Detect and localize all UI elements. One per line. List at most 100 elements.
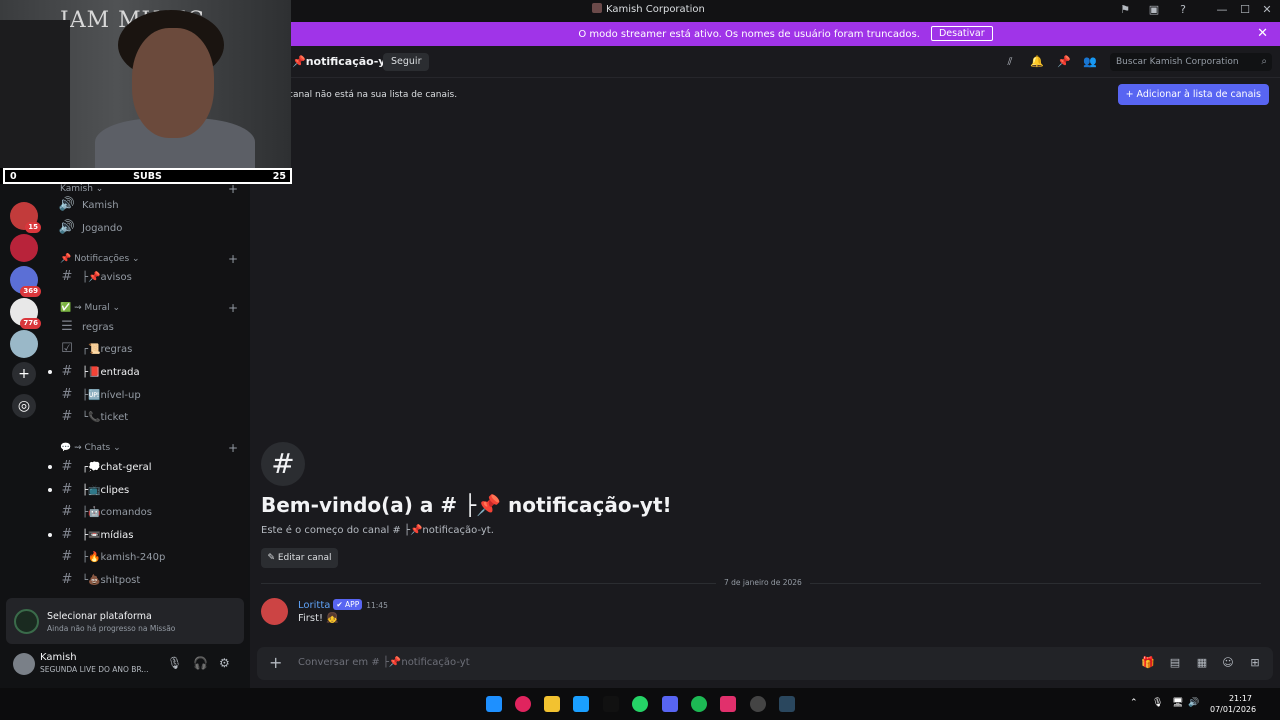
add-to-channel-list-button[interactable]: + Adicionar à lista de canais [1117,84,1269,105]
server-icon [592,3,602,13]
steam-icon[interactable] [779,696,795,712]
app-tag: ✔ APP [333,599,363,610]
sticker-icon[interactable]: ▦ [1195,656,1209,670]
flag-icon[interactable]: ⚑ [1118,3,1132,17]
discord-icon[interactable] [662,696,678,712]
category-header[interactable]: Kamish ⌄ + [60,182,238,196]
guild-icon[interactable]: 776 [10,298,41,329]
unread-indicator [48,465,52,469]
hash-icon: # [61,364,73,379]
category-header[interactable]: 💬 ⇝ Chats ⌄ + [60,441,238,455]
guild-icon[interactable] [10,330,38,358]
network-icon[interactable]: 🖥 [1172,698,1183,708]
minimize-icon[interactable]: — [1215,3,1229,17]
channel-list: Kamish ⌄ + 🔊 Kamish 🔊 Jogando 📌 Notificaçõe… [48,182,248,598]
unread-indicator [48,488,52,492]
message-time: 11:45 [366,601,388,610]
spotify-icon[interactable] [691,696,707,712]
close-banner-icon[interactable]: ✕ [1257,26,1268,41]
welcome-title: Bem-vindo(a) a # ├📌 notificação-yt! [261,493,672,517]
gear-icon[interactable]: ⚙ [219,656,230,670]
chat-area [250,46,1280,688]
message-header: Loritta ✔ APP 11:45 [298,599,388,611]
microphone-icon[interactable]: 🎙 [1152,698,1163,708]
mission-panel[interactable]: Selecionar plataforma Ainda não há progr… [6,598,244,644]
add-server-icon[interactable]: + [12,362,36,386]
tiktok-icon[interactable] [603,696,619,712]
webcam-overlay: IAM MUSIC [0,0,291,168]
text-channel[interactable]: # ├📕entrada [48,362,244,382]
chevron-up-icon[interactable]: ⌃ [1130,698,1138,708]
mission-title: Selecionar plataforma [47,611,152,622]
custom-status: SEGUNDA LIVE DO ANO BR... [40,665,149,674]
emoji-icon[interactable]: ☺ [1221,656,1235,670]
guild-icon[interactable]: 15 [10,202,41,233]
avatar[interactable] [13,653,35,675]
text-channel[interactable]: ☑ ┌📜regras [58,339,244,359]
date-divider: 7 de janeiro de 2026 [261,578,1261,587]
taskbar: ⌃ 🎙 🖥 🔊 21:17 07/01/2026 [0,688,1280,720]
volume-icon[interactable]: 🔊 [1188,698,1199,708]
text-channel[interactable]: # └📞ticket [58,407,244,427]
mission-icon [14,609,39,634]
streamer-mode-banner: O modo streamer está ativo. Os nomes de … [291,22,1280,46]
text-channel[interactable]: # ┌💭chat-geral [48,457,244,477]
whatsapp-icon[interactable] [632,696,648,712]
text-channel[interactable]: # ├📌avisos [58,267,244,287]
text-channel[interactable]: # └💩shitpost [58,570,244,590]
steam-icon[interactable] [573,696,589,712]
headphones-icon[interactable]: 🎧 [193,656,208,670]
explore-icon[interactable]: ◎ [12,394,36,418]
text-channel[interactable]: # ├🆙nível-up [58,385,244,405]
rules-icon: ☰ [61,319,73,334]
help-icon[interactable]: ? [1176,3,1190,17]
pin-icon[interactable]: 📌 [1057,55,1071,69]
close-window-icon[interactable]: ✕ [1260,3,1274,17]
mission-subtitle: Ainda não há progresso na Missão [47,624,176,633]
text-channel[interactable]: # ├🤖comandos [58,502,244,522]
apps-icon[interactable]: ⊞ [1248,656,1262,670]
microphone-icon[interactable]: 🎙 [167,656,182,670]
maximize-icon[interactable]: ☐ [1238,3,1252,17]
category-header[interactable]: 📌 Notificações ⌄ + [60,252,238,266]
text-channel[interactable]: # ├🔥kamish-240p [58,547,244,567]
avatar[interactable] [261,598,288,625]
add-channel-icon[interactable]: + [228,441,238,455]
start-icon[interactable] [486,696,502,712]
obs-icon[interactable] [750,696,766,712]
voice-channel[interactable]: 🔊 Jogando [58,218,244,238]
message-composer: + Conversar em # ├📌notificação-yt 🎁 ▤ ▦ … [257,647,1273,680]
search-input[interactable]: Buscar Kamish Corporation ⌕ [1110,53,1272,71]
text-channel[interactable]: # ├📼mídias [48,525,244,545]
attach-icon[interactable]: + [269,653,282,672]
gift-icon[interactable]: 🎁 [1141,656,1155,670]
message-author[interactable]: Loritta [298,600,330,611]
gif-icon[interactable]: ▤ [1168,656,1182,670]
disable-streamer-mode-button[interactable]: Desativar [930,26,993,41]
add-channel-icon[interactable]: + [228,252,238,266]
inbox-icon[interactable]: ▣ [1147,3,1161,17]
subs-label: SUBS [133,171,162,182]
edit-channel-button[interactable]: ✎ Editar canal [261,548,338,568]
bell-icon[interactable]: 🔔 [1030,55,1044,69]
notice-text: canal não está na sua lista de canais. [288,90,458,100]
add-channel-icon[interactable]: + [228,301,238,315]
text-channel[interactable]: ☰ regras [58,317,244,337]
voice-channel[interactable]: 🔊 Kamish [58,195,244,215]
unread-badge: 776 [20,318,41,329]
folder-icon[interactable] [544,696,560,712]
add-channel-icon[interactable]: + [228,182,238,196]
members-icon[interactable]: 👥 [1083,55,1097,69]
text-channel[interactable]: # ├📺clipes [48,480,244,500]
follow-button[interactable]: Seguir [383,53,430,71]
opera-gx-icon[interactable] [515,696,531,712]
guild-icon[interactable] [10,234,38,262]
hash-icon: # [61,387,73,402]
streamer-mode-message: O modo streamer está ativo. Os nomes de … [578,29,920,40]
category-header[interactable]: ✅ ⇝ Mural ⌄ + [60,301,238,315]
instagram-icon[interactable] [720,696,736,712]
message-input[interactable]: Conversar em # ├📌notificação-yt [298,657,470,668]
threads-icon[interactable]: ⫽ [1003,55,1017,69]
guild-icon[interactable]: 369 [10,266,41,297]
clock[interactable]: 21:17 07/01/2026 [1210,693,1256,715]
